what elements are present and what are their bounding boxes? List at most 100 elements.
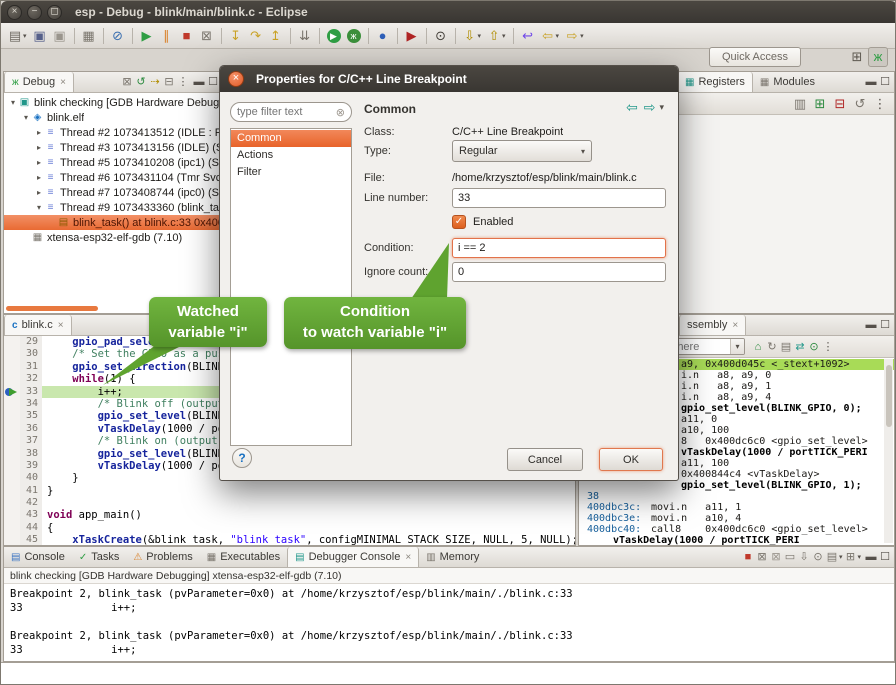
- back-icon[interactable]: ⇦▾: [539, 26, 562, 46]
- open-console-icon[interactable]: ⊞▾: [843, 548, 862, 566]
- debug-tree-row[interactable]: ▸≡Thread #7 1073408744 (ipc0) (Suspended…: [4, 185, 222, 200]
- previous-annotation-icon[interactable]: ⇧▾: [485, 26, 508, 46]
- type-dropdown[interactable]: Regular ▾: [452, 140, 592, 162]
- view-menu-icon[interactable]: ⋮: [821, 338, 835, 356]
- tab-executables[interactable]: ▦Executables: [200, 547, 287, 567]
- disassembly-row[interactable]: 400dbc3c:movi.n a11, 1: [579, 502, 894, 513]
- resume-icon[interactable]: ▶: [138, 26, 156, 46]
- terminate-icon[interactable]: ■: [741, 548, 755, 566]
- view-menu-icon[interactable]: ⋮: [871, 94, 889, 114]
- layout-icon[interactable]: ▥: [791, 94, 809, 114]
- expand-arrow-icon[interactable]: ▾: [34, 203, 44, 212]
- debug-tree-row[interactable]: ▤blink_task() at blink.c:33 0x400db648: [4, 215, 222, 230]
- maximize-icon[interactable]: ☐: [878, 73, 892, 91]
- close-tab-icon[interactable]: ×: [58, 320, 64, 331]
- search-icon[interactable]: ⊙: [432, 26, 450, 46]
- refresh-icon[interactable]: ↻: [765, 338, 779, 356]
- close-tab-icon[interactable]: ×: [60, 77, 66, 88]
- open-perspective-icon[interactable]: ⊞: [848, 47, 866, 67]
- maximize-icon[interactable]: ☐: [878, 316, 892, 334]
- expand-arrow-icon[interactable]: ▾: [21, 113, 31, 122]
- disassembly-row[interactable]: 400dbc40:call8 0x400dc6c0 <gpio_set_leve…: [579, 524, 894, 535]
- debug-perspective-icon[interactable]: ж: [868, 47, 888, 67]
- remove-all-terminated-icon[interactable]: ⊠: [120, 73, 134, 91]
- tab-problems[interactable]: ⚠Problems: [126, 547, 199, 567]
- chevron-down-icon[interactable]: ▾: [659, 102, 664, 113]
- save-icon[interactable]: ▣: [31, 26, 49, 46]
- expand-arrow-icon[interactable]: ▾: [8, 98, 18, 107]
- quick-access-button[interactable]: Quick Access: [709, 47, 801, 67]
- close-tab-icon[interactable]: ×: [405, 552, 411, 563]
- expand-arrow-icon[interactable]: ▸: [34, 128, 44, 137]
- run-icon[interactable]: ▶: [325, 26, 343, 46]
- home-icon[interactable]: ⌂: [751, 338, 765, 356]
- enabled-checkbox[interactable]: [452, 215, 466, 229]
- code-line[interactable]: 45 xTaskCreate(&blink_task, "blink_task"…: [4, 534, 575, 545]
- debug-tree-row[interactable]: ▸≡Thread #3 1073413156 (IDLE) (Suspended…: [4, 140, 222, 155]
- show-source-icon[interactable]: ▤: [779, 338, 793, 356]
- disassembly-row[interactable]: 38: [579, 491, 894, 502]
- pin-console-icon[interactable]: ⊙: [811, 548, 825, 566]
- minimize-icon[interactable]: ▬: [864, 73, 878, 91]
- back-icon[interactable]: ⇦: [626, 99, 638, 116]
- debug-tree-row[interactable]: ▦xtensa-esp32-elf-gdb (7.10): [4, 230, 222, 245]
- step-over-icon[interactable]: ↷: [247, 26, 265, 46]
- remove-register-group-icon[interactable]: ⊟: [831, 94, 849, 114]
- line-number-input[interactable]: [452, 188, 666, 208]
- console-body[interactable]: Breakpoint 2, blink_task (pvParameter=0x…: [4, 584, 894, 661]
- debug-tree-row[interactable]: ▸≡Thread #2 1073413512 (IDLE : Running): [4, 125, 222, 140]
- tab-registers[interactable]: ▦Registers: [677, 72, 753, 92]
- skip-all-breakpoints-icon[interactable]: ⊘: [109, 26, 127, 46]
- expand-arrow-icon[interactable]: ▸: [34, 188, 44, 197]
- debug-icon[interactable]: ж: [345, 26, 363, 46]
- instruction-stepping-icon[interactable]: ⇊: [296, 26, 314, 46]
- tab-tasks[interactable]: ✓Tasks: [72, 547, 127, 567]
- tab-debugger-console[interactable]: ▤Debugger Console×: [287, 547, 419, 567]
- cancel-button[interactable]: Cancel: [507, 448, 583, 471]
- step-return-icon[interactable]: ↥: [267, 26, 285, 46]
- disassembly-row[interactable]: 400dbc3e:movi.n a10, 4: [579, 513, 894, 524]
- expand-arrow-icon[interactable]: ▸: [34, 143, 44, 152]
- tab-console[interactable]: ▤Console: [4, 547, 72, 567]
- dialog-section-common[interactable]: Common: [231, 130, 351, 147]
- minimize-icon[interactable]: ▬: [864, 548, 878, 566]
- debug-tree-row[interactable]: ▾≡Thread #9 1073433360 (blink_task : Run…: [4, 200, 222, 215]
- save-all-icon[interactable]: ▣: [51, 26, 69, 46]
- new-breakpoint-icon[interactable]: ●: [374, 26, 392, 46]
- new-wizard-icon[interactable]: ▤▾: [6, 26, 29, 46]
- view-menu-icon[interactable]: ⋮: [176, 73, 190, 91]
- ok-button[interactable]: OK: [599, 448, 663, 471]
- code-line[interactable]: 42: [4, 497, 575, 509]
- window-minimize-button[interactable]: −: [27, 5, 42, 20]
- debug-tree-row[interactable]: ▸≡Thread #6 1073431104 (Tmr Svc) (Suspen…: [4, 170, 222, 185]
- chevron-down-icon[interactable]: ▾: [730, 339, 744, 354]
- tab-memory[interactable]: ▥Memory: [419, 547, 486, 567]
- restore-register-groups-icon[interactable]: ↺: [851, 94, 869, 114]
- last-edit-location-icon[interactable]: ↩: [519, 26, 537, 46]
- scroll-lock-icon[interactable]: ⇩: [797, 548, 811, 566]
- debug-tree-row[interactable]: ▾◈blink.elf: [4, 110, 222, 125]
- close-tab-icon[interactable]: ×: [732, 320, 738, 331]
- disconnect-icon[interactable]: ⊠: [198, 26, 216, 46]
- minimize-icon[interactable]: ▬: [192, 73, 206, 91]
- build-icon[interactable]: ▦: [80, 26, 98, 46]
- clear-console-icon[interactable]: ▭: [783, 548, 797, 566]
- debug-horizontal-scrollbar[interactable]: [6, 306, 98, 311]
- suspend-icon[interactable]: ∥: [158, 26, 176, 46]
- tab-modules[interactable]: ▦Modules: [753, 72, 822, 92]
- forward-icon[interactable]: ⇨▾: [563, 26, 586, 46]
- remove-launch-icon[interactable]: ⊠: [755, 548, 769, 566]
- step-into-icon[interactable]: ↧: [227, 26, 245, 46]
- window-maximize-button[interactable]: ◻: [47, 5, 62, 20]
- terminate-icon[interactable]: ■: [178, 26, 196, 46]
- tab-disassembly[interactable]: ssembly ×: [679, 315, 746, 335]
- disassembly-row[interactable]: vTaskDelay(1000 / portTICK_PERI: [579, 535, 894, 545]
- clear-filter-icon[interactable]: ⊗: [336, 106, 345, 119]
- code-line[interactable]: 41}: [4, 485, 575, 497]
- maximize-icon[interactable]: ☐: [206, 73, 220, 91]
- next-annotation-icon[interactable]: ⇩▾: [461, 26, 484, 46]
- collapse-all-icon[interactable]: ⊟: [162, 73, 176, 91]
- external-tools-icon[interactable]: ▶: [403, 26, 421, 46]
- window-close-button[interactable]: ×: [7, 5, 22, 20]
- condition-input[interactable]: [452, 238, 666, 258]
